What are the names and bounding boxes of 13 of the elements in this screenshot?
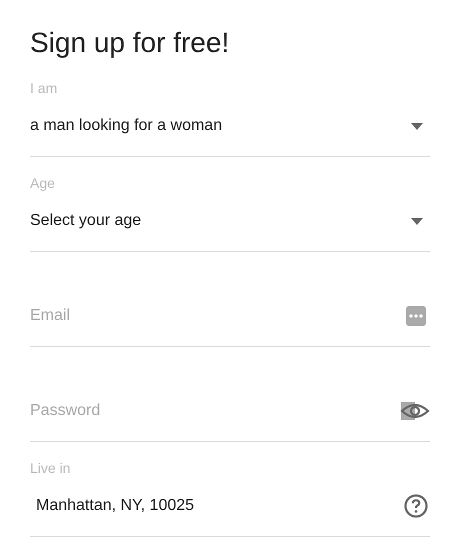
input-field[interactable]: Email [30,303,350,329]
form-title: Sign up for free! [30,26,230,60]
select-value[interactable]: Select your age [30,212,142,230]
show-password-icon[interactable] [400,399,430,423]
help-icon[interactable] [404,494,428,518]
field-label: Age [30,175,55,191]
caret-icon[interactable] [411,122,423,130]
input-field[interactable]: Manhattan, NY, 10025 [30,493,356,519]
field-label: Live in [30,460,70,476]
input-field[interactable]: Password [30,398,350,424]
select-value[interactable]: a man looking for a woman [30,117,222,135]
caret-icon[interactable] [411,218,423,224]
field-label: I am [30,80,58,96]
